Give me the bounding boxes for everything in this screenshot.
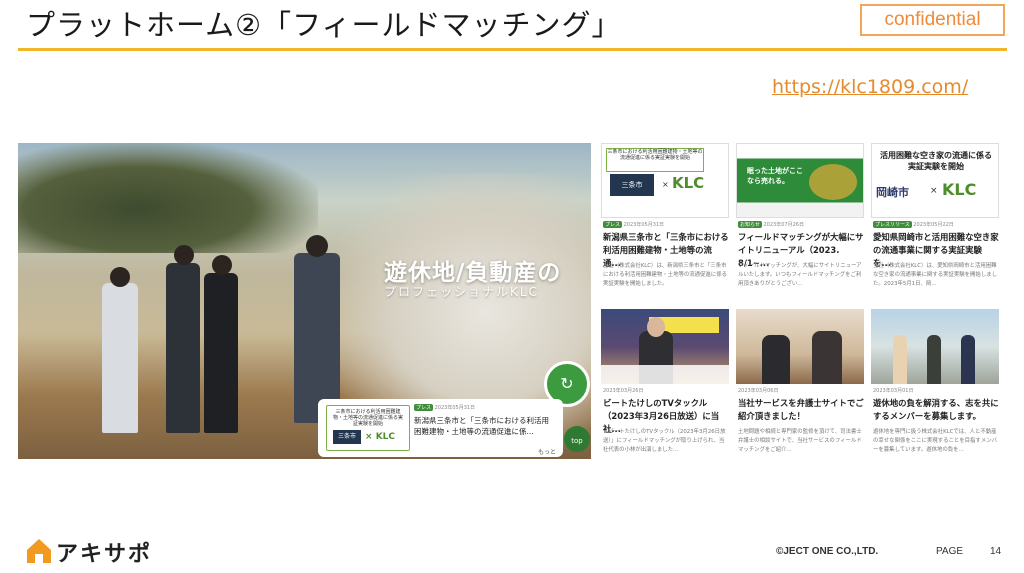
news-date: 2023年05月31日 <box>434 405 476 411</box>
confidential-label: confidential <box>860 4 1005 36</box>
card-excerpt: 「ビートたけしのTVタックル（2023年3月26日放送）」にフィールドマッチング… <box>603 429 726 453</box>
card-thumbnail: 眠った土地がここなら売れる。 <box>736 143 864 218</box>
city-logo: 三条市 <box>610 174 654 196</box>
city-logo: 三条市 <box>333 430 361 444</box>
person-figure <box>893 335 907 384</box>
hero-news-card[interactable]: 三条市における利活用困難建物・土地等の流通促進に係る実証実験を開始 三条市 × … <box>318 399 563 457</box>
klc-logo: × KLC <box>365 432 395 442</box>
news-headline: 新潟県三条市と「三条市における利活用困難建物・土地等の流通促進に係... <box>414 416 549 436</box>
person-figure <box>927 335 941 384</box>
site-url-link[interactable]: https://klc1809.com/ <box>772 76 968 98</box>
card-headline: 遊休地の負を解消する、志を共にするメンバーを募集します。 <box>873 398 999 421</box>
news-card-3[interactable]: 活用困難な空き家の流通に係る実証実験を開始 岡崎市 × KLC プレスリリース … <box>871 143 999 305</box>
page-label: PAGE <box>936 546 964 557</box>
person-figure <box>294 253 340 423</box>
card-thumbnail <box>871 309 999 384</box>
card-excerpt: 当社（株式会社KLC）は、新潟県三条市と「三条市における利活用困難建物・土地等の… <box>603 263 727 287</box>
card-excerpt: フィールドマッチングが、大幅にサイトリニューアルいたします。いつもフィールドマッ… <box>738 263 862 287</box>
card-tag: お知らせ <box>738 221 762 228</box>
news-card-5[interactable]: 2023年03月06日 当社サービスを弁護士サイトでご紹介頂きました！ 土地問題… <box>736 309 864 471</box>
card-headline: 当社サービスを弁護士サイトでご紹介頂きました！ <box>738 398 864 421</box>
card-thumbnail <box>736 309 864 384</box>
thumbnail-catchcopy: 眠った土地がここなら売れる。 <box>747 167 803 185</box>
thumbnail-caption: 三条市における利活用困難建物・土地等の流通促進に係る実証実験を開始 <box>606 148 704 172</box>
card-excerpt: 土地問題や相続と専門家の監修を頂けて、司法書士弁護士の相談サイトで、当社サービス… <box>738 429 862 453</box>
scroll-top-button[interactable]: top <box>564 426 590 452</box>
hero-image: 遊休地/負動産の プロフェッショナルKLC ↻ 三条市における利活用困難建物・土… <box>18 143 591 459</box>
card-date: 2023年03月26日 <box>603 388 644 394</box>
thumbnail-title: 活用困難な空き家の流通に係る実証実験を開始 <box>880 151 992 171</box>
news-meta: プレス 2023年05月31日 <box>414 404 475 411</box>
person-head <box>110 267 130 287</box>
card-tag: プレスリリース <box>873 221 912 228</box>
card-tag: プレス <box>603 221 623 228</box>
person-figure <box>812 331 842 384</box>
card-thumbnail: 三条市における利活用困難建物・土地等の流通促進に係る実証実験を開始 三条市 × … <box>601 143 729 218</box>
hero-headline: 遊休地/負動産の <box>384 260 562 286</box>
card-date: 2023年03月01日 <box>873 388 914 394</box>
card-date: 2023年03月06日 <box>738 388 779 394</box>
card-meta: 2023年03月01日 <box>873 387 913 394</box>
person-figure <box>961 335 975 384</box>
news-card-4[interactable]: 2023年03月26日 ビートたけしのTVタックル（2023年3月26日放送）に… <box>601 309 729 471</box>
klc-logo: KLC <box>942 180 977 199</box>
card-excerpt: 遊休地を専門に扱う株式会社KLCでは、人と不動産の幸せな関係をここに実現すること… <box>873 429 997 453</box>
card-meta: 2023年03月26日 <box>603 387 643 394</box>
card-thumbnail <box>601 309 729 384</box>
person-figure <box>204 273 238 433</box>
card-meta: プレス 2023年05月31日 <box>603 221 664 228</box>
person-head <box>212 255 232 275</box>
more-link[interactable]: もっと <box>538 447 556 456</box>
trees-background <box>18 143 318 253</box>
hero-subheadline: プロフェッショナルKLC <box>384 285 539 299</box>
person-figure <box>102 283 138 433</box>
news-thumbnail: 三条市における利活用困難建物・土地等の流通促進に係る実証実験を開始 三条市 × … <box>326 405 410 451</box>
news-card-6[interactable]: 2023年03月01日 遊休地の負を解消する、志を共にするメンバーを募集します。… <box>871 309 999 471</box>
card-thumbnail: 活用困難な空き家の流通に係る実証実験を開始 岡崎市 × KLC <box>871 143 999 218</box>
house-logo-icon <box>27 539 51 563</box>
title-underline <box>18 48 1007 51</box>
klc-logo: KLC <box>672 174 705 192</box>
news-card-1[interactable]: 三条市における利活用困難建物・土地等の流通促進に係る実証実験を開始 三条市 × … <box>601 143 729 305</box>
map-pins-illustration <box>809 164 857 200</box>
card-meta: お知らせ 2023年07月26日 <box>738 221 804 228</box>
news-tag: プレス <box>414 404 434 411</box>
brand-logo-text: アキサポ <box>56 542 153 567</box>
card-date: 2023年07月26日 <box>763 222 804 228</box>
page-number: 14 <box>990 546 1002 557</box>
tv-banner <box>601 365 729 384</box>
card-meta: 2023年03月06日 <box>738 387 778 394</box>
card-date: 2023年05月31日 <box>623 222 665 228</box>
thumbnail-caption: 三条市における利活用困難建物・土地等の流通促進に係る実証実験を開始 <box>332 409 403 427</box>
person-head <box>306 235 328 257</box>
card-meta: プレスリリース 2023年05月22日 <box>873 221 954 228</box>
city-logo: 岡崎市 <box>876 186 909 199</box>
person-head <box>647 317 665 337</box>
x-mark: × <box>662 180 669 189</box>
card-excerpt: 当社（株式会社KLC）は、愛知県岡崎市と活用困難な空き家の流通事業に関する実証実… <box>873 263 997 287</box>
slide-title: プラットホーム②「フィールドマッチング」 <box>26 8 622 42</box>
card-date: 2023年05月22日 <box>913 222 954 228</box>
person-figure <box>762 335 790 384</box>
copyright-text: ©JECT ONE CO.,LTD. <box>776 546 879 557</box>
x-mark: × <box>930 186 938 196</box>
x-mark: × <box>365 432 373 442</box>
person-figure <box>166 263 200 433</box>
person-head <box>174 245 194 265</box>
klc-label: KLC <box>375 432 396 442</box>
news-card-2[interactable]: 眠った土地がここなら売れる。 お知らせ 2023年07月26日 フィールドマッチ… <box>736 143 864 305</box>
